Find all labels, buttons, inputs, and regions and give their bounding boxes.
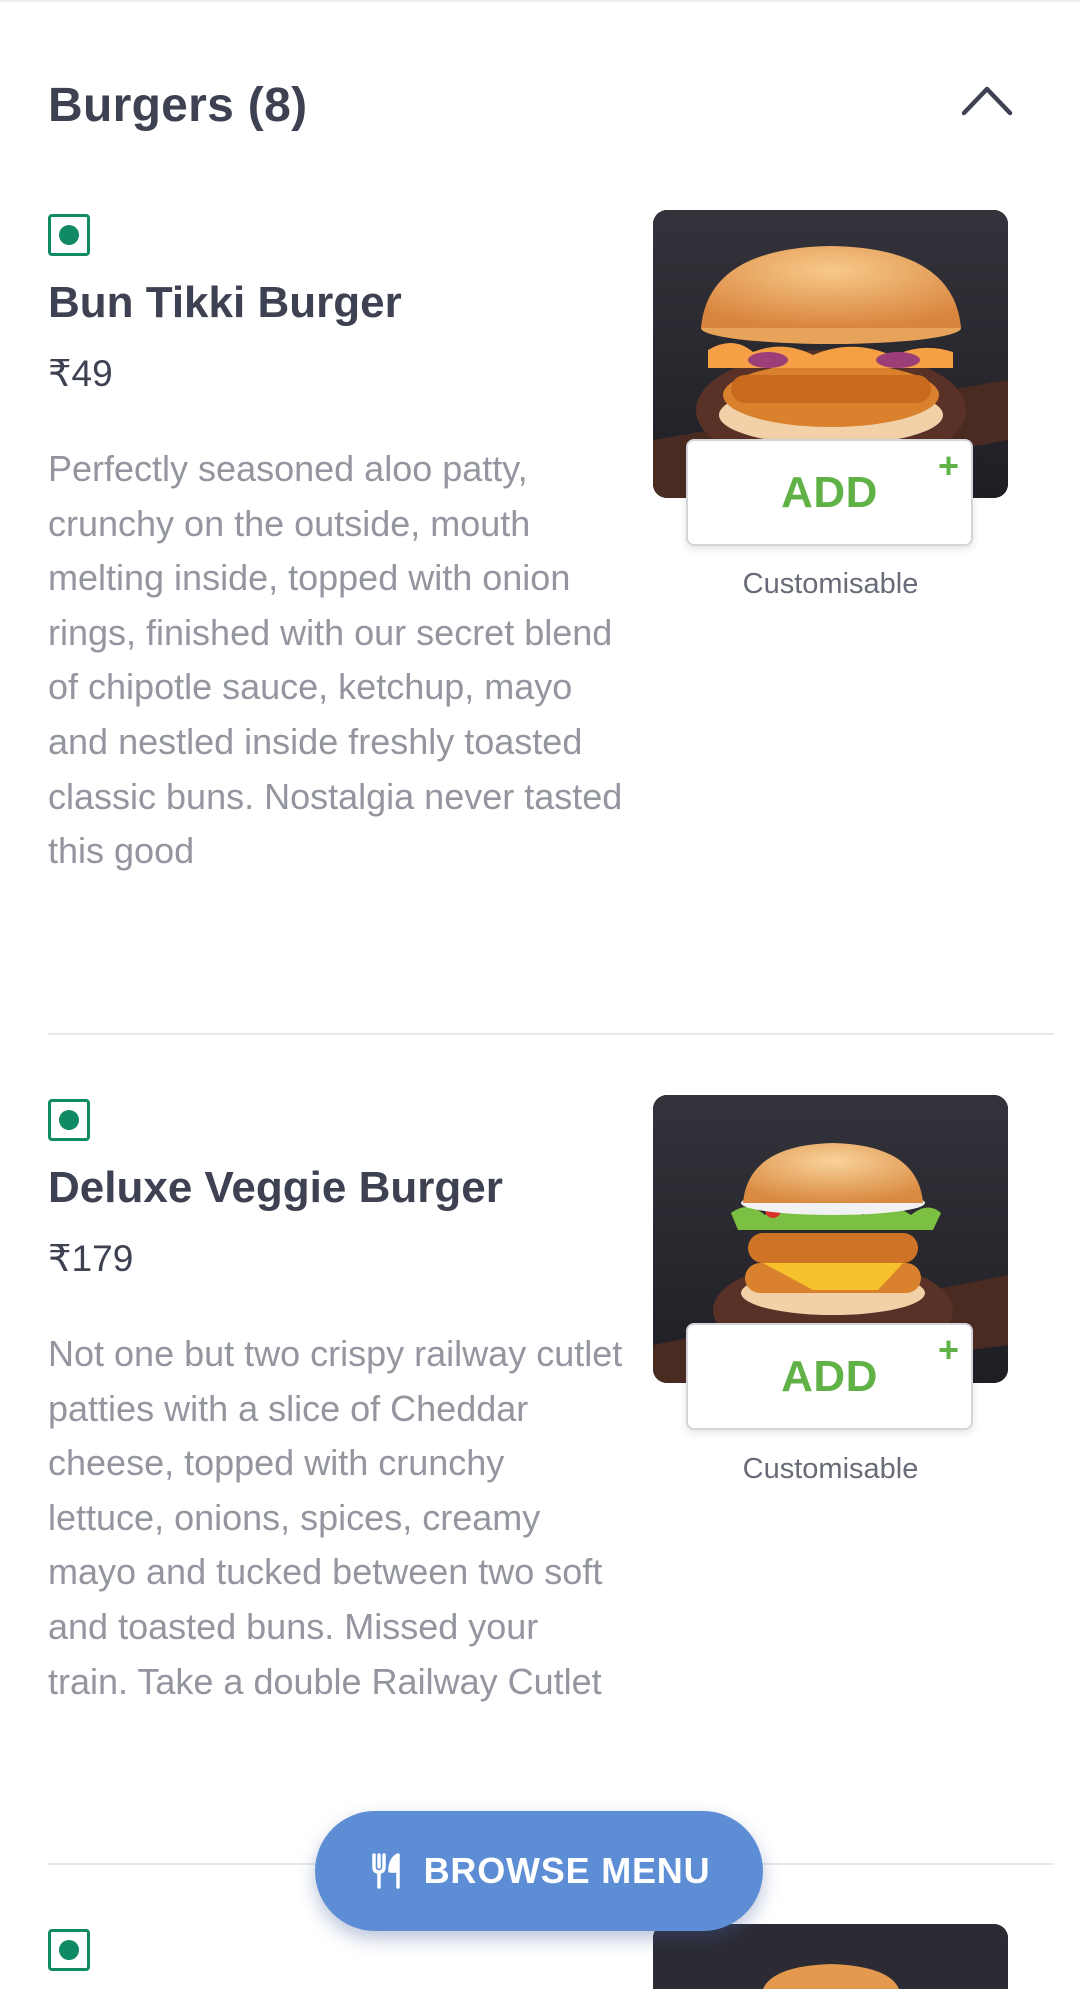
customisable-label: Customisable	[742, 568, 919, 600]
veg-indicator-icon	[48, 1929, 90, 1971]
veg-indicator-icon	[48, 1099, 90, 1141]
item-name: Deluxe Veggie Burger	[48, 1163, 503, 1212]
section-title: Burgers (8)	[48, 79, 308, 132]
item-price: ₹49	[48, 353, 113, 394]
add-button[interactable]: ADD +	[686, 1323, 973, 1430]
plus-icon: +	[937, 1329, 959, 1370]
burger-photo	[653, 1924, 1008, 1989]
browse-menu-button[interactable]: BROWSE MENU	[315, 1811, 763, 1931]
item-description: Not one but two crispy railway cutlet pa…	[48, 1333, 623, 1702]
chevron-up-icon	[961, 86, 1013, 116]
veg-indicator-icon	[48, 214, 90, 256]
item-name: Bun Tikki Burger	[48, 278, 402, 327]
add-button-label: ADD	[781, 467, 878, 517]
item-price: ₹179	[48, 1238, 134, 1279]
collapse-section-button[interactable]	[952, 70, 1022, 130]
add-button-label: ADD	[781, 1351, 878, 1401]
browse-menu-label: BROWSE MENU	[423, 1850, 711, 1891]
top-divider	[0, 0, 1080, 2]
customisable-label: Customisable	[742, 1453, 919, 1485]
plus-icon: +	[937, 445, 959, 486]
item-divider	[48, 1033, 1054, 1035]
burger-image[interactable]	[653, 1924, 1008, 1989]
item-description: Perfectly seasoned aloo patty, crunchy o…	[48, 448, 623, 872]
fork-knife-icon	[368, 1851, 408, 1891]
add-button[interactable]: ADD +	[686, 439, 973, 546]
section-header[interactable]: Burgers (8)	[48, 70, 1032, 150]
